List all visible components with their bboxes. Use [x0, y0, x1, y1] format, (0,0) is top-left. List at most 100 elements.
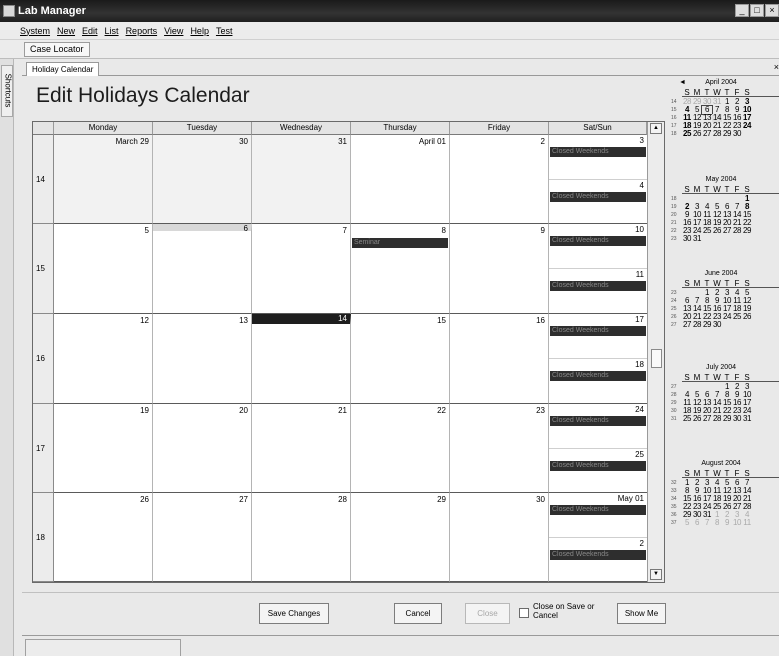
case-locator-button[interactable]: Case Locator [24, 42, 90, 57]
mini-day[interactable]: 25 [682, 130, 692, 138]
mini-day[interactable]: 28 [712, 130, 722, 138]
day-cell[interactable]: 7 [252, 224, 351, 314]
day-cell[interactable]: 2 [450, 135, 549, 224]
closed-weekends-event[interactable]: Closed Weekends [550, 147, 646, 157]
mini-day[interactable] [722, 321, 732, 329]
sunday-cell[interactable]: 18 Closed Weekends [549, 359, 647, 404]
sunday-cell[interactable]: 2 Closed Weekends [549, 537, 647, 582]
day-cell[interactable]: 20 [153, 404, 252, 493]
mini-day[interactable]: 24 [742, 122, 752, 130]
saturday-cell[interactable]: 3 Closed Weekends [549, 135, 647, 180]
day-cell[interactable]: 16 [450, 314, 549, 404]
mini-day[interactable]: 30 [732, 130, 742, 138]
mini-day[interactable] [712, 235, 722, 243]
mini-day[interactable]: 27 [682, 321, 692, 329]
day-cell[interactable]: March 29 [54, 135, 153, 224]
closed-weekends-event[interactable]: Closed Weekends [550, 236, 646, 246]
mini-day[interactable]: 27 [702, 130, 712, 138]
scroll-up-button[interactable]: ▲ [650, 123, 662, 134]
mini-day[interactable]: 27 [702, 415, 712, 423]
closed-weekends-event[interactable]: Closed Weekends [550, 371, 646, 381]
sunday-cell[interactable]: 4 Closed Weekends [549, 179, 647, 224]
day-cell[interactable]: 21 [252, 404, 351, 493]
mini-day[interactable] [742, 130, 752, 138]
mini-day[interactable] [702, 235, 712, 243]
day-cell[interactable]: 6 [153, 224, 252, 314]
mini-day[interactable]: 25 [732, 313, 742, 321]
mini-day[interactable]: 8 [712, 519, 722, 527]
day-cell[interactable]: 26 [54, 493, 153, 582]
mini-day[interactable] [722, 235, 732, 243]
day-cell[interactable]: 28 [252, 493, 351, 582]
calendar-scrollbar[interactable]: ▲ ▼ [647, 122, 664, 582]
mini-day[interactable]: 27 [722, 227, 732, 235]
mini-day[interactable] [742, 235, 752, 243]
day-cell[interactable]: 15 [351, 314, 450, 404]
closed-weekends-event[interactable]: Closed Weekends [550, 191, 646, 202]
mini-day[interactable]: 29 [722, 415, 732, 423]
day-cell[interactable]: 30 [153, 135, 252, 224]
sunday-cell[interactable]: 11 Closed Weekends [549, 269, 647, 314]
menu-list[interactable]: List [105, 26, 119, 36]
mini-day[interactable]: 31 [692, 235, 702, 243]
mini-day[interactable]: 10 [732, 519, 742, 527]
scroll-thumb[interactable] [651, 349, 662, 368]
menu-new[interactable]: New [57, 26, 75, 36]
mini-day[interactable] [742, 321, 752, 329]
tab-close-icon[interactable]: × [774, 62, 779, 72]
saturday-cell[interactable]: May 01 Closed Weekends [549, 493, 647, 538]
day-cell[interactable]: 19 [54, 404, 153, 493]
closed-weekends-event[interactable]: Closed Weekends [550, 549, 646, 560]
mini-day[interactable]: 7 [702, 519, 712, 527]
day-cell[interactable]: 23 [450, 404, 549, 493]
saturday-cell[interactable]: 24 Closed Weekends [549, 404, 647, 449]
mini-day[interactable]: 29 [722, 130, 732, 138]
day-cell[interactable]: 9 [450, 224, 549, 314]
day-cell[interactable]: 13 [153, 314, 252, 404]
day-cell[interactable]: 12 [54, 314, 153, 404]
close-on-save-checkbox[interactable] [519, 608, 529, 618]
mini-day[interactable]: 28 [712, 415, 722, 423]
day-cell[interactable]: 30 [450, 493, 549, 582]
sunday-cell[interactable]: 25 Closed Weekends [549, 448, 647, 493]
mini-day[interactable]: 25 [702, 227, 712, 235]
menu-edit[interactable]: Edit [82, 26, 98, 36]
mini-day[interactable]: 5 [682, 519, 692, 527]
mini-day[interactable]: 30 [682, 235, 692, 243]
show-me-button[interactable]: Show Me [617, 603, 666, 624]
mini-day[interactable]: 25 [682, 415, 692, 423]
seminar-event[interactable]: Seminar [352, 238, 448, 248]
shortcuts-tab[interactable]: Shortcuts [1, 65, 13, 117]
menu-view[interactable]: View [164, 26, 183, 36]
cancel-button[interactable]: Cancel [394, 603, 442, 624]
saturday-cell[interactable]: 17 Closed Weekends [549, 314, 647, 359]
mini-day[interactable]: 26 [692, 415, 702, 423]
mini-day[interactable]: 9 [722, 519, 732, 527]
tab-holiday-calendar[interactable]: Holiday Calendar [26, 62, 100, 76]
minimize-button[interactable]: _ [735, 4, 749, 17]
mini-day[interactable] [732, 235, 742, 243]
mini-day[interactable]: 26 [742, 313, 752, 321]
mini-day[interactable]: 6 [692, 519, 702, 527]
day-cell[interactable]: 29 [351, 493, 450, 582]
menu-system[interactable]: System [20, 26, 50, 36]
mini-day[interactable]: 31 [742, 415, 752, 423]
closed-weekends-event[interactable]: Closed Weekends [550, 460, 646, 471]
mini-day[interactable]: 11 [742, 519, 752, 527]
day-cell[interactable]: 22 [351, 404, 450, 493]
mini-day[interactable] [732, 321, 742, 329]
day-cell[interactable]: April 01 [351, 135, 450, 224]
day-cell[interactable]: 8 Seminar [351, 224, 450, 314]
menu-reports[interactable]: Reports [126, 26, 158, 36]
closed-weekends-event[interactable]: Closed Weekends [550, 326, 646, 336]
closed-weekends-event[interactable]: Closed Weekends [550, 505, 646, 515]
mini-day[interactable]: 26 [692, 130, 702, 138]
save-changes-button[interactable]: Save Changes [259, 603, 329, 624]
mini-day[interactable]: 29 [702, 321, 712, 329]
closed-weekends-event[interactable]: Closed Weekends [550, 416, 646, 426]
mini-day[interactable]: 28 [732, 227, 742, 235]
close-button[interactable]: Close [465, 603, 510, 624]
scroll-down-button[interactable]: ▼ [650, 569, 662, 580]
mini-day[interactable]: 26 [712, 227, 722, 235]
closed-weekends-event[interactable]: Closed Weekends [550, 281, 646, 291]
